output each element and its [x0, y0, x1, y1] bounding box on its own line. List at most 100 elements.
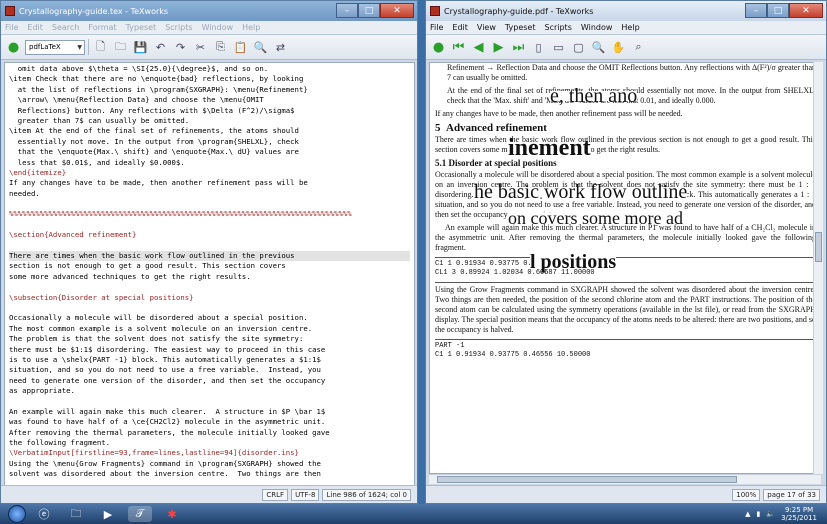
- listing-rule: [435, 257, 816, 258]
- editor-titlebar[interactable]: Crystallography-guide.tex - TeXworks – □…: [1, 1, 417, 21]
- editor-current-line: There are times when the basic work flow…: [9, 251, 410, 262]
- editor-toolbar: ● pdfLaTeX ▼ 🗋 🗀 💾 ↶ ↷ ✂ ⎘ 📋 🔍 ⇄: [1, 35, 417, 60]
- redo-icon[interactable]: ↷: [172, 39, 189, 56]
- clock-date: 3/25/2011: [781, 514, 817, 522]
- pdf-vertical-scrollbar[interactable]: [813, 62, 823, 474]
- fit-width-icon[interactable]: ▭: [550, 39, 567, 56]
- find-icon[interactable]: ⌕: [630, 39, 647, 56]
- editor-line: \section{Advanced refinement}: [9, 230, 137, 240]
- typeset-icon[interactable]: ●: [430, 39, 447, 56]
- copy-icon[interactable]: ⎘: [212, 39, 229, 56]
- menu-help[interactable]: Help: [621, 23, 639, 32]
- engine-select[interactable]: pdfLaTeX ▼: [25, 39, 85, 55]
- menu-typeset[interactable]: Typeset: [126, 23, 157, 32]
- clock[interactable]: 9:25 PM 3/25/2011: [781, 506, 817, 522]
- minimize-button[interactable]: –: [745, 3, 767, 18]
- show-hidden-icons-icon[interactable]: ▲: [745, 510, 750, 518]
- pdf-paragraph: If any changes have to be made, then ano…: [435, 109, 683, 118]
- listing-rule: [435, 339, 816, 340]
- hand-tool-icon[interactable]: ✋: [610, 39, 627, 56]
- maximize-button[interactable]: □: [358, 3, 380, 18]
- zoom-ghost-text: on covers some more ad: [508, 208, 683, 228]
- network-icon[interactable]: ▮: [757, 510, 761, 518]
- scroll-thumb[interactable]: [815, 232, 822, 262]
- pdf-menubar: File Edit View Typeset Scripts Window He…: [426, 21, 826, 35]
- editor-line: The most common example is a solvent mol…: [9, 323, 313, 333]
- line-ending-indicator[interactable]: CRLF: [262, 488, 289, 501]
- last-page-icon[interactable]: ⏭: [510, 39, 527, 56]
- zoom-ghost-text: e, then ano: [550, 85, 638, 107]
- menu-view[interactable]: View: [477, 23, 496, 32]
- editor-line: section is not enough to get a good resu…: [9, 261, 286, 271]
- zoom-ghost-text: l positions: [530, 251, 617, 273]
- editor-window: Crystallography-guide.tex - TeXworks – □…: [0, 0, 418, 504]
- previous-page-icon[interactable]: ◀: [470, 39, 487, 56]
- menu-scripts[interactable]: Scripts: [165, 23, 192, 32]
- paste-icon[interactable]: 📋: [232, 39, 249, 56]
- actual-size-icon[interactable]: ▯: [530, 39, 547, 56]
- find-icon[interactable]: 🔍: [252, 39, 269, 56]
- new-document-icon[interactable]: 🗋: [92, 39, 109, 56]
- save-icon[interactable]: 💾: [132, 39, 149, 56]
- internet-explorer-icon[interactable]: ⓔ: [32, 506, 56, 522]
- pdf-window-title: Crystallography-guide.pdf - TeXworks: [444, 6, 594, 16]
- editor-line: as appropriate.: [9, 386, 75, 396]
- undo-icon[interactable]: ↶: [152, 39, 169, 56]
- first-page-icon[interactable]: ⏮: [450, 39, 467, 56]
- menu-window[interactable]: Window: [202, 23, 234, 32]
- crystal-app-icon[interactable]: ✱: [160, 506, 184, 522]
- replace-icon[interactable]: ⇄: [272, 39, 289, 56]
- minimize-button[interactable]: –: [336, 3, 358, 18]
- open-folder-icon[interactable]: 🗀: [112, 39, 129, 56]
- close-button[interactable]: ✕: [380, 3, 414, 18]
- magnify-icon[interactable]: 🔍: [590, 39, 607, 56]
- editor-line: was found to have half of a \ce{CH2Cl2} …: [9, 417, 326, 427]
- volume-icon[interactable]: 🔈: [766, 510, 775, 518]
- encoding-indicator[interactable]: UTF-8: [291, 488, 320, 501]
- scroll-thumb[interactable]: [437, 476, 737, 483]
- texworks-taskbar-icon[interactable]: 𝒯: [128, 506, 152, 522]
- editor-line: some more advanced techniques to get the…: [9, 271, 251, 281]
- menu-format[interactable]: Format: [88, 23, 116, 32]
- editor-menubar: File Edit Search Format Typeset Scripts …: [1, 21, 417, 35]
- menu-typeset[interactable]: Typeset: [505, 23, 536, 32]
- maximize-button[interactable]: □: [767, 3, 789, 18]
- zoom-level[interactable]: 100%: [732, 488, 761, 501]
- editor-line: \arrow\ \menu{Reflection Data} and choos…: [9, 95, 264, 105]
- menu-file[interactable]: File: [430, 23, 443, 32]
- menu-search[interactable]: Search: [52, 23, 79, 32]
- menu-file[interactable]: File: [5, 23, 18, 32]
- pdf-preview[interactable]: Refinement → Reflection Data and choose …: [429, 62, 821, 474]
- typeset-icon[interactable]: ●: [5, 39, 22, 56]
- media-player-icon[interactable]: ▶: [96, 506, 120, 522]
- texworks-icon: [430, 6, 440, 16]
- menu-help[interactable]: Help: [242, 23, 260, 32]
- file-explorer-icon[interactable]: 🗀: [64, 506, 88, 522]
- menu-edit[interactable]: Edit: [452, 23, 468, 32]
- start-button[interactable]: [8, 505, 26, 523]
- taskbar: ⓔ 🗀 ▶ 𝒯 ✱ ▲ ▮ 🔈 9:25 PM 3/25/2011: [0, 504, 827, 524]
- close-button[interactable]: ✕: [789, 3, 823, 18]
- pdf-titlebar[interactable]: Crystallography-guide.pdf - TeXworks – □…: [426, 1, 826, 21]
- code-listing-line: C1 1 0.91934 0.93775 0.46556 11.00000: [435, 260, 591, 268]
- editor-line: \item At the end of the final set of ref…: [9, 126, 299, 136]
- editor-line: After removing the thermal parameters, t…: [9, 427, 330, 437]
- editor-line: Occasionally a molecule will be disorder…: [9, 313, 308, 323]
- cut-icon[interactable]: ✂: [192, 39, 209, 56]
- menu-scripts[interactable]: Scripts: [544, 23, 571, 32]
- menu-window[interactable]: Window: [581, 23, 613, 32]
- editor-line: there must be $1:1$ disordering. The eas…: [9, 344, 326, 354]
- pdf-horizontal-scrollbar[interactable]: [429, 474, 821, 484]
- section-title: Advanced refinement: [446, 122, 547, 134]
- fit-window-icon[interactable]: ▢: [570, 39, 587, 56]
- pdf-paragraph: Using the Grow Fragments command in SXGR…: [435, 285, 816, 334]
- source-editor[interactable]: omit data above $\theta = \SI{25.0}{\deg…: [4, 62, 415, 486]
- editor-line: essentially not move. In the output from…: [9, 136, 299, 146]
- editor-statusbar: CRLF UTF-8 Line 986 of 1624; col 0: [1, 485, 417, 503]
- menu-edit[interactable]: Edit: [27, 23, 43, 32]
- next-page-icon[interactable]: ▶: [490, 39, 507, 56]
- code-listing-line: PART -1: [435, 342, 465, 350]
